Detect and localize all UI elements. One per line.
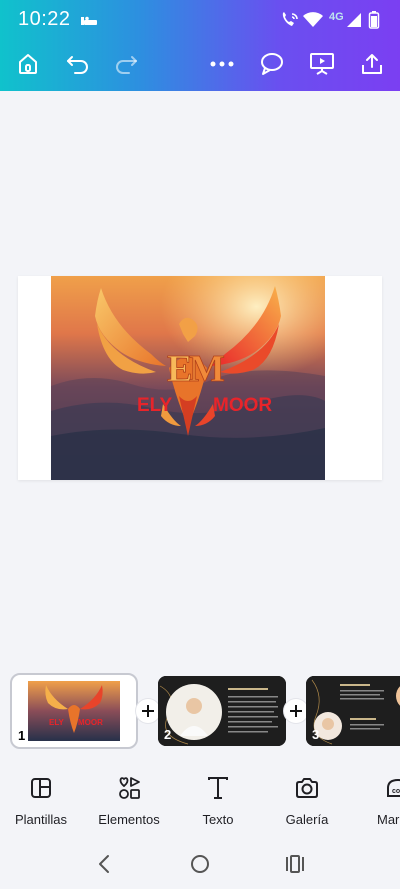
undo-icon[interactable] [64, 50, 92, 78]
tool-label-gallery: Galería [285, 812, 329, 827]
tool-text[interactable]: Texto [173, 770, 263, 830]
plus-icon [290, 705, 302, 717]
home-nav-icon[interactable] [186, 850, 214, 878]
battery-icon [368, 10, 380, 30]
tool-label-brand: Mar [377, 812, 400, 827]
signal-icon [346, 10, 362, 30]
design-page[interactable]: E M ELY MOOR [18, 276, 382, 480]
svg-text:MOOR: MOOR [78, 718, 103, 727]
tool-label-templates: Plantillas [14, 812, 68, 827]
add-page-button-2[interactable] [284, 699, 308, 723]
tool-elements[interactable]: Elementos [84, 770, 174, 830]
share-icon[interactable] [358, 50, 386, 78]
svg-text:ELY: ELY [49, 718, 64, 727]
page-thumbnail-3[interactable]: 3 [306, 676, 400, 746]
page-thumbnail-2[interactable]: 2 [158, 676, 286, 746]
redo-icon[interactable] [112, 50, 140, 78]
wifi-call-icon [280, 10, 300, 30]
templates-icon [27, 774, 55, 802]
status-bar: 10:22 4G [0, 0, 400, 40]
comment-icon[interactable] [258, 50, 286, 78]
text-icon [204, 774, 232, 802]
pages-strip: ELY MOOR 1 2 3 [0, 672, 400, 752]
page-thumbnail-1[interactable]: ELY MOOR 1 [10, 673, 138, 749]
tool-label-text: Texto [202, 812, 234, 827]
brand-icon: co [384, 774, 400, 802]
svg-text:M: M [189, 348, 225, 390]
home-icon[interactable] [14, 50, 42, 78]
elements-icon [115, 774, 143, 802]
tool-label-elements: Elementos [98, 812, 160, 827]
brand-text-left: ELY [137, 395, 173, 416]
tool-brand[interactable]: co Mar [350, 770, 400, 830]
add-page-button[interactable] [136, 699, 160, 723]
tool-gallery[interactable]: Galería [262, 770, 352, 830]
more-icon[interactable] [208, 50, 236, 78]
page-number-3: 3 [312, 727, 320, 742]
tool-templates[interactable]: Plantillas [0, 770, 86, 830]
editor-toolbar [0, 42, 400, 86]
camera-icon [293, 774, 321, 802]
system-navigation-bar [0, 840, 400, 889]
page-number-2: 2 [164, 727, 172, 742]
page-1-preview: ELY MOOR [18, 681, 130, 741]
plus-icon [142, 705, 154, 717]
present-icon[interactable] [308, 50, 336, 78]
editor-tools-bar: Plantillas Elementos Texto Galería co Ma… [0, 770, 400, 830]
wifi-icon [302, 10, 324, 30]
status-time: 10:22 [18, 8, 71, 30]
phoenix-logo-artwork[interactable]: E M ELY MOOR [51, 276, 325, 480]
back-icon[interactable] [90, 850, 118, 878]
recent-apps-icon[interactable] [281, 850, 309, 878]
sleep-mode-icon [80, 10, 98, 30]
network-type: 4G [329, 11, 344, 23]
svg-text:co: co [392, 788, 400, 795]
brand-text-right: MOOR [213, 395, 272, 416]
app-header: 10:22 4G [0, 0, 400, 91]
page-number-1: 1 [18, 728, 26, 743]
